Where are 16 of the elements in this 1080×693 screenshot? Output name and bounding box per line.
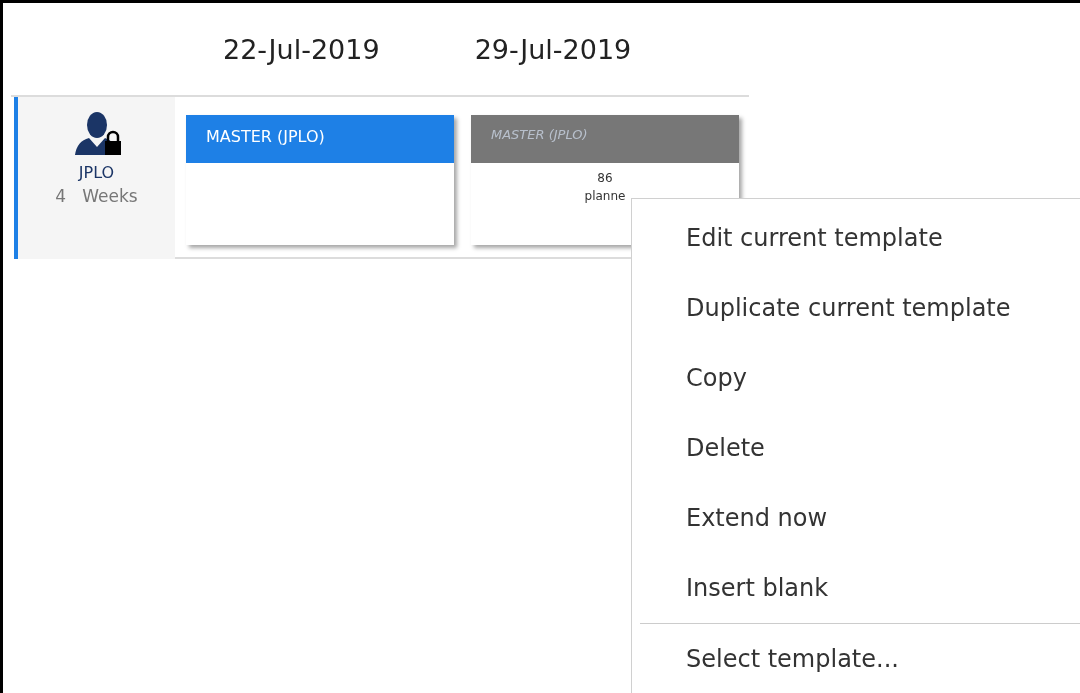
menu-item[interactable]: Delete bbox=[632, 413, 1080, 483]
card-title: MASTER (JPLO) bbox=[186, 115, 454, 163]
menu-item[interactable]: Select template... bbox=[632, 624, 1080, 693]
date-heading: 29-Jul-2019 bbox=[474, 33, 632, 65]
menu-item[interactable]: Insert blank bbox=[632, 553, 1080, 623]
owner-name: JPLO bbox=[78, 163, 115, 182]
owner-duration: 4 Weeks bbox=[55, 186, 138, 206]
date-heading: 22-Jul-2019 bbox=[223, 33, 380, 65]
owner-panel[interactable]: JPLO 4 Weeks bbox=[14, 97, 175, 259]
menu-item[interactable]: Copy bbox=[632, 343, 1080, 413]
card-text: planne bbox=[584, 188, 626, 205]
card-text: 86 bbox=[597, 170, 613, 187]
card-title: MASTER (JPLO) bbox=[471, 115, 739, 163]
menu-item[interactable]: Extend now bbox=[632, 483, 1080, 553]
template-card[interactable]: MASTER (JPLO) bbox=[186, 115, 454, 245]
menu-item[interactable]: Duplicate current template bbox=[632, 273, 1080, 343]
